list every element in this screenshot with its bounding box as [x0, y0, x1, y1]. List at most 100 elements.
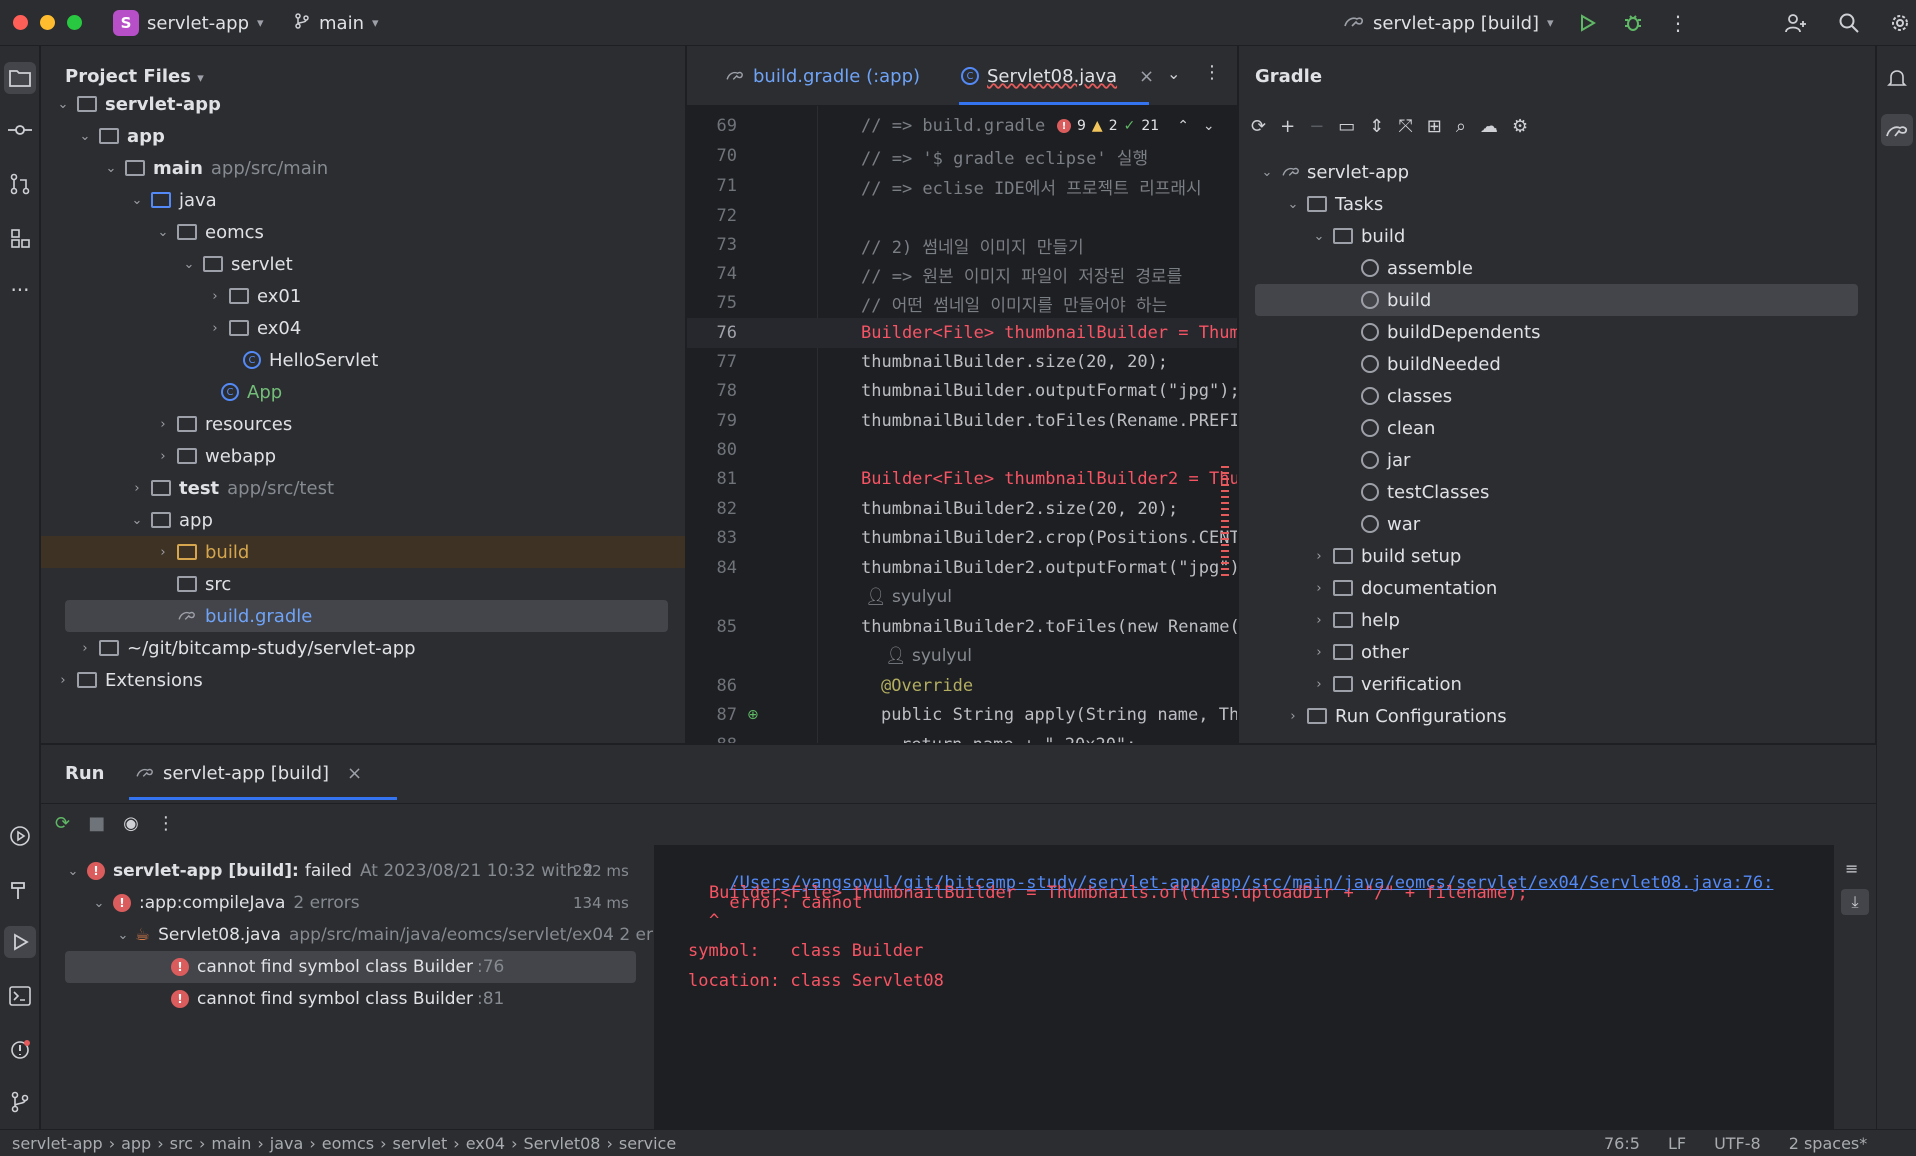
gradle-group-documentation[interactable]: › documentation	[1239, 572, 1875, 604]
git-icon[interactable]	[4, 1086, 36, 1118]
gradle-item-tasks[interactable]: ⌄ Tasks	[1239, 188, 1875, 220]
tab-more-icon[interactable]: ⋮	[1203, 62, 1221, 83]
run-tree-file[interactable]: ⌄ ☕︎ Servlet08.java app/src/main/java/eo…	[41, 919, 653, 951]
code-line[interactable]: 79 thumbnailBuilder.toFiles(Rename.PREFI	[687, 406, 1237, 436]
stop-icon[interactable]: ■	[88, 813, 105, 834]
code-line[interactable]: 71 // => eclise IDE에서 프로젝트 리프래시	[687, 171, 1237, 201]
code-line[interactable]: 69 // => build.gradle ! 9 ▲ 2 ✓ 21 ⌃ ⌄	[687, 111, 1237, 141]
eye-icon[interactable]: ◉	[123, 813, 139, 834]
project-folder-icon[interactable]	[4, 62, 36, 94]
tab-build-gradle[interactable]: build.gradle (:app)	[725, 46, 920, 106]
next-highlight-icon[interactable]: ⌄	[1203, 118, 1215, 134]
notifications-bell-icon[interactable]	[1881, 62, 1913, 94]
build-hammer-icon[interactable]	[4, 874, 36, 906]
commit-icon[interactable]	[4, 114, 36, 146]
project-panel-title[interactable]: Project Files ▾	[65, 66, 204, 87]
expand-all-icon[interactable]: ⇕	[1369, 116, 1384, 137]
tree-item-servlet-app[interactable]: ⌄ servlet-app	[41, 88, 685, 120]
crumb-servlet-app[interactable]: servlet-app	[12, 1134, 103, 1153]
more-icon[interactable]: ⋮	[157, 813, 175, 834]
code-line[interactable]: 82 thumbnailBuilder2.size(20, 20);	[687, 494, 1237, 524]
tab-list-chevron-icon[interactable]: ⌄	[1167, 64, 1180, 83]
line-separator[interactable]: LF	[1668, 1134, 1686, 1153]
run-tab[interactable]: servlet-app [build] ×	[135, 763, 362, 784]
code-line[interactable]: 85 thumbnailBuilder2.toFiles(new Rename(	[687, 612, 1237, 642]
code-line[interactable]: 87 ⊕ public String apply(String name, Th…	[687, 700, 1237, 730]
crumb-java[interactable]: java	[270, 1134, 304, 1153]
code-line[interactable]: 74 // => 원본 이미지 파일이 저장된 경로를	[687, 259, 1237, 289]
execute-task-icon[interactable]: ▭	[1338, 116, 1355, 137]
gradle-task-classes[interactable]: classes	[1239, 380, 1875, 412]
code-line[interactable]: 75 // 어떤 썸네일 이미지를 만들어야 하는	[687, 288, 1237, 318]
code-line[interactable]: 84 thumbnailBuilder2.outputFormat("jpg")	[687, 553, 1237, 583]
run-tree-root[interactable]: ⌄ ! servlet-app [build]: failed At 2023/…	[41, 855, 653, 887]
structure-icon[interactable]	[4, 222, 36, 254]
gradle-task-war[interactable]: war	[1239, 508, 1875, 540]
collapse-all-icon[interactable]: ⤧	[1398, 116, 1412, 137]
tree-item-app-class[interactable]: C App	[41, 376, 685, 408]
crumb-ex04[interactable]: ex04	[466, 1134, 505, 1153]
crumb-app[interactable]: app	[121, 1134, 151, 1153]
indent-setting[interactable]: 2 spaces*	[1789, 1134, 1868, 1153]
code-line-current[interactable]: 76 Builder<File> thumbnailBuilder = Thum…	[687, 318, 1237, 348]
gradle-task-testclasses[interactable]: testClasses	[1239, 476, 1875, 508]
debug-button[interactable]	[1619, 9, 1647, 37]
tree-item-eomcs[interactable]: ⌄ eomcs	[41, 216, 685, 248]
tab-servlet08-java[interactable]: C Servlet08.java ×	[961, 46, 1154, 106]
gradle-task-builddependents[interactable]: buildDependents	[1239, 316, 1875, 348]
gradle-item-build-group[interactable]: ⌄ build	[1239, 220, 1875, 252]
crumb-service[interactable]: service	[619, 1134, 676, 1153]
run-config-selector[interactable]: servlet-app [build] ▾	[1343, 8, 1554, 38]
tree-item-external-path[interactable]: › ~/git/bitcamp-study/servlet-app	[41, 632, 685, 664]
run-tree-error-81[interactable]: ! cannot find symbol class Builder :81	[41, 983, 653, 1015]
tree-item-test[interactable]: › test app/src/test	[41, 472, 685, 504]
code-line[interactable]: 88 return name + "_20x20";	[687, 730, 1237, 743]
code-line[interactable]: 86 @Override	[687, 671, 1237, 701]
run-tree-compilejava[interactable]: ⌄ ! :app:compileJava 2 errors 134 ms	[41, 887, 653, 919]
run-tree-error-76[interactable]: ! cannot find symbol class Builder :76	[65, 951, 636, 983]
gradle-run-configurations[interactable]: › Run Configurations	[1239, 700, 1875, 732]
code-line[interactable]: 83 thumbnailBuilder2.crop(Positions.CENT	[687, 523, 1237, 553]
gradle-task-assemble[interactable]: assemble	[1239, 252, 1875, 284]
error-stripe-markers[interactable]	[1221, 466, 1229, 576]
pull-requests-icon[interactable]	[4, 168, 36, 200]
crumb-servlet08[interactable]: Servlet08	[523, 1134, 600, 1153]
inspection-widget[interactable]: ! 9 ▲ 2 ✓ 21 ⌃ ⌄	[1053, 118, 1215, 134]
tree-item-src[interactable]: src	[41, 568, 685, 600]
code-line[interactable]: 73 // 2) 썸네일 이미지 만들기	[687, 230, 1237, 260]
remove-icon[interactable]: −	[1309, 116, 1324, 137]
gradle-group-other[interactable]: › other	[1239, 636, 1875, 668]
crumb-main[interactable]: main	[211, 1134, 251, 1153]
tree-item-ex01[interactable]: › ex01	[41, 280, 685, 312]
gradle-task-clean[interactable]: clean	[1239, 412, 1875, 444]
code-line[interactable]: 70 // => '$ gradle eclipse' 실행	[687, 141, 1237, 171]
search-icon[interactable]	[1835, 9, 1863, 37]
author-inlay-hint[interactable]: 👤︎ syulyul	[687, 641, 1237, 671]
code-line[interactable]: 81 Builder<File> thumbnailBuilder2 = Thu	[687, 464, 1237, 494]
reload-icon[interactable]: ⟳	[1251, 116, 1266, 137]
close-tab-icon[interactable]: ×	[1139, 66, 1154, 87]
zoom-window-button[interactable]	[67, 15, 82, 30]
add-icon[interactable]: +	[1280, 116, 1295, 137]
branch-switcher[interactable]: main ▾	[293, 8, 379, 38]
tree-item-main[interactable]: ⌄ main app/src/main	[41, 152, 685, 184]
project-switcher[interactable]: S servlet-app ▾	[113, 8, 264, 38]
analyze-icon[interactable]: ⌕	[1456, 116, 1466, 137]
caret-position[interactable]: 76:5	[1604, 1134, 1640, 1153]
tree-item-build-gradle[interactable]: build.gradle	[65, 600, 668, 632]
problems-icon[interactable]	[4, 1034, 36, 1066]
offline-mode-icon[interactable]: ☁	[1480, 116, 1498, 137]
tree-item-servlet[interactable]: ⌄ servlet	[41, 248, 685, 280]
tree-item-ex04[interactable]: › ex04	[41, 312, 685, 344]
services-icon[interactable]	[4, 820, 36, 852]
console-output[interactable]: /Users/yangsoyul/git/bitcamp-study/servl…	[654, 845, 1834, 1130]
tree-item-helloservlet[interactable]: C HelloServlet	[41, 344, 685, 376]
gradle-group-help[interactable]: › help	[1239, 604, 1875, 636]
gradle-group-build-setup[interactable]: › build setup	[1239, 540, 1875, 572]
code-line[interactable]: 72	[687, 201, 1237, 231]
author-inlay-hint[interactable]: 👤︎ syulyul	[687, 582, 1237, 612]
terminal-icon[interactable]	[4, 980, 36, 1012]
close-window-button[interactable]	[13, 15, 28, 30]
tree-item-app[interactable]: ⌄ app	[41, 120, 685, 152]
gradle-item-servlet-app[interactable]: ⌄ servlet-app	[1239, 156, 1875, 188]
